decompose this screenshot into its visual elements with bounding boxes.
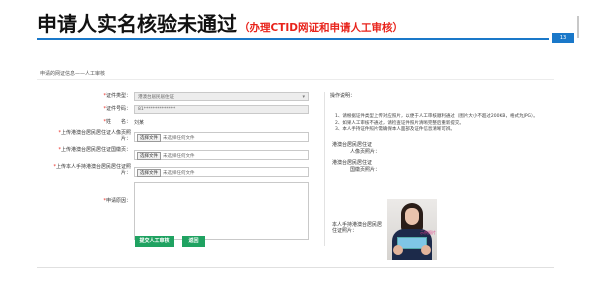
instructions-panel: 操作说明： 1、请根据证件类型上传对应照片，以便于人工审核顺利通过（图片大小不超… <box>330 92 554 260</box>
panel-divider <box>324 92 325 246</box>
submit-review-button[interactable]: 提交人工审核 <box>135 236 174 247</box>
instruction-item: 3、本人手持证件照片需确保本人面部及证件信息清晰可辨。 <box>335 127 455 132</box>
name-value: 刘某 <box>134 120 145 126</box>
portrait-upload-label: *上传港澳台居民居住证人像页照片： <box>58 130 131 142</box>
screenshot-panel: 申请的网证信息——人工审核 *证件类型： 港澳台居民居住证 ▾ *证件号码： 81… <box>37 70 554 260</box>
sample-heading-portrait: 港澳台居民居住证 <box>332 142 373 148</box>
page-number-badge: 13 <box>552 33 574 43</box>
portrait-choose-file-button[interactable]: 选择文件 <box>137 134 161 142</box>
sample-label-portrait: 人像页照片： <box>350 149 381 155</box>
breadcrumb-divider <box>37 79 554 80</box>
reason-label: *申请原因： <box>103 198 131 204</box>
portrait-upload-field: 选择文件 未选择任何文件 <box>134 132 309 142</box>
instructions-list: 1、请根据证件类型上传对应照片，以便于人工审核顺利通过（图片大小不超过200KB… <box>335 114 555 134</box>
emblem-file-status: 未选择任何文件 <box>163 154 195 159</box>
emblem-upload-field: 选择文件 未选择任何文件 <box>134 150 309 160</box>
id-type-select[interactable]: 港澳台居民居住证 ▾ <box>134 92 309 101</box>
emblem-upload-label: *上传港澳台居民居住证国徽页： <box>58 147 131 153</box>
back-button[interactable]: 返回 <box>182 236 205 247</box>
slide-title-main: 申请人实名核验未通过 <box>37 12 237 36</box>
footer-divider <box>37 267 554 268</box>
handheld-upload-label: *上传本人手持港澳台居民居住证照片： <box>53 164 131 176</box>
id-type-label: *证件类型： <box>103 93 131 99</box>
sample-label-emblem: 国徽页照片： <box>350 167 381 173</box>
instruction-item: 1、请根据证件类型上传对应照片，以便于人工审核顺利通过（图片大小不超过200KB… <box>335 114 538 119</box>
handheld-file-status: 未选择任何文件 <box>163 171 195 176</box>
title-underline <box>37 38 549 40</box>
handheld-sample-label: 本人手持港澳台居民居住证照片： <box>332 222 383 234</box>
handheld-choose-file-button[interactable]: 选择文件 <box>137 169 161 177</box>
decorative-divider <box>577 16 579 38</box>
sample-heading-emblem: 港澳台居民居住证 <box>332 160 373 166</box>
portrait-file-status: 未选择任何文件 <box>163 136 195 141</box>
name-label: *姓 名： <box>103 119 131 125</box>
breadcrumb: 申请的网证信息——人工审核 <box>40 71 106 77</box>
chevron-down-icon: ▾ <box>302 94 305 100</box>
form-row-id-type: *证件类型： 港澳台居民居住证 ▾ <box>37 92 319 101</box>
slide-title-subtitle: （办理CTID网证和申请人工审核） <box>239 22 403 34</box>
id-number-label: *证件号码： <box>103 106 131 112</box>
id-number-input[interactable]: 81************** <box>134 105 309 114</box>
instructions-title: 操作说明： <box>330 93 356 99</box>
photo-watermark: 示例照片 <box>420 230 436 235</box>
handheld-upload-field: 选择文件 未选择任何文件 <box>134 167 309 177</box>
emblem-choose-file-button[interactable]: 选择文件 <box>137 152 161 160</box>
handheld-sample-photo: 示例照片 <box>387 199 437 260</box>
reason-textarea[interactable] <box>134 182 309 240</box>
slide-title: 申请人实名核验未通过 （办理CTID网证和申请人工审核） <box>37 8 403 37</box>
